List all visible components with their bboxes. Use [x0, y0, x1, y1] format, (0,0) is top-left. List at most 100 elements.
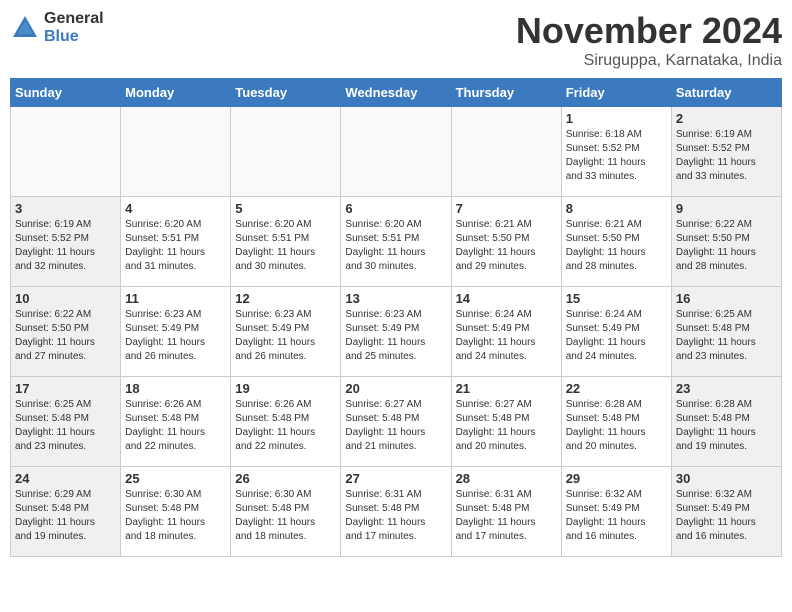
week-row-4: 17 Sunrise: 6:25 AM Sunset: 5:48 PM Dayli…	[11, 377, 782, 467]
day-info: Sunrise: 6:23 AM Sunset: 5:49 PM Dayligh…	[235, 308, 336, 364]
day-number: 25	[125, 471, 226, 486]
day-number: 23	[676, 381, 777, 396]
day-info: Sunrise: 6:26 AM Sunset: 5:48 PM Dayligh…	[235, 398, 336, 454]
logo-text: General Blue	[44, 10, 104, 45]
day-info: Sunrise: 6:24 AM Sunset: 5:49 PM Dayligh…	[566, 308, 667, 364]
weekday-header-thursday: Thursday	[451, 79, 561, 107]
day-number: 19	[235, 381, 336, 396]
day-info: Sunrise: 6:19 AM Sunset: 5:52 PM Dayligh…	[676, 128, 777, 184]
day-info: Sunrise: 6:30 AM Sunset: 5:48 PM Dayligh…	[125, 488, 226, 544]
calendar-cell: 7 Sunrise: 6:21 AM Sunset: 5:50 PM Daylig…	[451, 197, 561, 287]
calendar-cell: 27 Sunrise: 6:31 AM Sunset: 5:48 PM Dayli…	[341, 467, 451, 557]
calendar-cell: 8Sunrise: 6:21 AM Sunset: 5:50 PM Daylig…	[561, 197, 671, 287]
calendar-cell: 2 Sunrise: 6:19 AM Sunset: 5:52 PM Daylig…	[671, 107, 781, 197]
calendar-cell	[121, 107, 231, 197]
title-area: November 2024 Siruguppa, Karnataka, Indi…	[516, 10, 782, 70]
calendar-cell: 23 Sunrise: 6:28 AM Sunset: 5:48 PM Dayli…	[671, 377, 781, 467]
weekday-header-wednesday: Wednesday	[341, 79, 451, 107]
day-number: 15	[566, 291, 667, 306]
logo-blue: Blue	[44, 28, 104, 46]
day-number: 9	[676, 201, 777, 216]
calendar-cell: 20Sunrise: 6:27 AM Sunset: 5:48 PM Dayli…	[341, 377, 451, 467]
calendar-header: SundayMondayTuesdayWednesdayThursdayFrid…	[11, 79, 782, 107]
day-number: 30	[676, 471, 777, 486]
weekday-header-tuesday: Tuesday	[231, 79, 341, 107]
calendar-cell: 18 Sunrise: 6:26 AM Sunset: 5:48 PM Dayli…	[121, 377, 231, 467]
day-info: Sunrise: 6:22 AM Sunset: 5:50 PM Dayligh…	[15, 308, 116, 364]
calendar-cell	[11, 107, 121, 197]
weekday-header-saturday: Saturday	[671, 79, 781, 107]
calendar-cell	[451, 107, 561, 197]
month-title: November 2024	[516, 10, 782, 52]
weekday-header-sunday: Sunday	[11, 79, 121, 107]
calendar-cell: 6 Sunrise: 6:20 AM Sunset: 5:51 PM Daylig…	[341, 197, 451, 287]
calendar-cell: 29Sunrise: 6:32 AM Sunset: 5:49 PM Dayli…	[561, 467, 671, 557]
day-number: 12	[235, 291, 336, 306]
calendar-cell: 19 Sunrise: 6:26 AM Sunset: 5:48 PM Dayli…	[231, 377, 341, 467]
calendar-cell: 12 Sunrise: 6:23 AM Sunset: 5:49 PM Dayli…	[231, 287, 341, 377]
day-number: 17	[15, 381, 116, 396]
calendar-cell: 26 Sunrise: 6:30 AM Sunset: 5:48 PM Dayli…	[231, 467, 341, 557]
day-number: 4	[125, 201, 226, 216]
day-info: Sunrise: 6:29 AM Sunset: 5:48 PM Dayligh…	[15, 488, 116, 544]
week-row-5: 24 Sunrise: 6:29 AM Sunset: 5:48 PM Dayli…	[11, 467, 782, 557]
header: General Blue November 2024 Siruguppa, Ka…	[10, 10, 782, 70]
calendar-cell: 9Sunrise: 6:22 AM Sunset: 5:50 PM Daylig…	[671, 197, 781, 287]
calendar-cell: 14Sunrise: 6:24 AM Sunset: 5:49 PM Dayli…	[451, 287, 561, 377]
day-info: Sunrise: 6:21 AM Sunset: 5:50 PM Dayligh…	[456, 218, 557, 274]
day-info: Sunrise: 6:30 AM Sunset: 5:48 PM Dayligh…	[235, 488, 336, 544]
day-number: 24	[15, 471, 116, 486]
calendar-cell: 25 Sunrise: 6:30 AM Sunset: 5:48 PM Dayli…	[121, 467, 231, 557]
calendar-cell: 11 Sunrise: 6:23 AM Sunset: 5:49 PM Dayli…	[121, 287, 231, 377]
day-number: 1	[566, 111, 667, 126]
day-number: 11	[125, 291, 226, 306]
day-info: Sunrise: 6:28 AM Sunset: 5:48 PM Dayligh…	[676, 398, 777, 454]
week-row-1: 1Sunrise: 6:18 AM Sunset: 5:52 PM Daylig…	[11, 107, 782, 197]
day-number: 29	[566, 471, 667, 486]
day-info: Sunrise: 6:26 AM Sunset: 5:48 PM Dayligh…	[125, 398, 226, 454]
day-info: Sunrise: 6:23 AM Sunset: 5:49 PM Dayligh…	[345, 308, 446, 364]
calendar-cell: 24 Sunrise: 6:29 AM Sunset: 5:48 PM Dayli…	[11, 467, 121, 557]
day-info: Sunrise: 6:24 AM Sunset: 5:49 PM Dayligh…	[456, 308, 557, 364]
location-subtitle: Siruguppa, Karnataka, India	[516, 52, 782, 70]
day-number: 16	[676, 291, 777, 306]
calendar-cell: 5Sunrise: 6:20 AM Sunset: 5:51 PM Daylig…	[231, 197, 341, 287]
day-number: 2	[676, 111, 777, 126]
weekday-row: SundayMondayTuesdayWednesdayThursdayFrid…	[11, 79, 782, 107]
day-number: 5	[235, 201, 336, 216]
day-number: 6	[345, 201, 446, 216]
calendar: SundayMondayTuesdayWednesdayThursdayFrid…	[10, 78, 782, 557]
calendar-cell: 1Sunrise: 6:18 AM Sunset: 5:52 PM Daylig…	[561, 107, 671, 197]
day-number: 26	[235, 471, 336, 486]
day-number: 3	[15, 201, 116, 216]
day-info: Sunrise: 6:27 AM Sunset: 5:48 PM Dayligh…	[456, 398, 557, 454]
day-info: Sunrise: 6:19 AM Sunset: 5:52 PM Dayligh…	[15, 218, 116, 274]
day-info: Sunrise: 6:25 AM Sunset: 5:48 PM Dayligh…	[15, 398, 116, 454]
day-info: Sunrise: 6:20 AM Sunset: 5:51 PM Dayligh…	[345, 218, 446, 274]
weekday-header-monday: Monday	[121, 79, 231, 107]
day-number: 28	[456, 471, 557, 486]
calendar-cell: 17 Sunrise: 6:25 AM Sunset: 5:48 PM Dayli…	[11, 377, 121, 467]
day-number: 27	[345, 471, 446, 486]
calendar-cell: 30Sunrise: 6:32 AM Sunset: 5:49 PM Dayli…	[671, 467, 781, 557]
day-info: Sunrise: 6:20 AM Sunset: 5:51 PM Dayligh…	[125, 218, 226, 274]
calendar-cell: 4 Sunrise: 6:20 AM Sunset: 5:51 PM Daylig…	[121, 197, 231, 287]
calendar-cell: 10 Sunrise: 6:22 AM Sunset: 5:50 PM Dayli…	[11, 287, 121, 377]
day-number: 10	[15, 291, 116, 306]
logo-icon	[10, 13, 40, 43]
calendar-cell: 13 Sunrise: 6:23 AM Sunset: 5:49 PM Dayli…	[341, 287, 451, 377]
weekday-header-friday: Friday	[561, 79, 671, 107]
day-info: Sunrise: 6:23 AM Sunset: 5:49 PM Dayligh…	[125, 308, 226, 364]
calendar-body: 1Sunrise: 6:18 AM Sunset: 5:52 PM Daylig…	[11, 107, 782, 557]
calendar-cell	[231, 107, 341, 197]
week-row-2: 3 Sunrise: 6:19 AM Sunset: 5:52 PM Daylig…	[11, 197, 782, 287]
calendar-cell: 16 Sunrise: 6:25 AM Sunset: 5:48 PM Dayli…	[671, 287, 781, 377]
day-info: Sunrise: 6:25 AM Sunset: 5:48 PM Dayligh…	[676, 308, 777, 364]
day-info: Sunrise: 6:31 AM Sunset: 5:48 PM Dayligh…	[345, 488, 446, 544]
day-number: 22	[566, 381, 667, 396]
calendar-cell: 28Sunrise: 6:31 AM Sunset: 5:48 PM Dayli…	[451, 467, 561, 557]
day-number: 18	[125, 381, 226, 396]
calendar-cell: 3 Sunrise: 6:19 AM Sunset: 5:52 PM Daylig…	[11, 197, 121, 287]
day-number: 13	[345, 291, 446, 306]
day-number: 7	[456, 201, 557, 216]
